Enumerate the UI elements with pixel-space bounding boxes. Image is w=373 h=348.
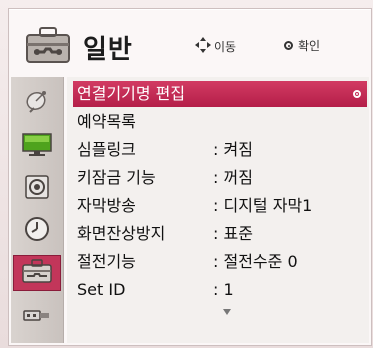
sidebar-item-channel[interactable] xyxy=(17,85,57,121)
ok-button-icon xyxy=(353,90,361,98)
scroll-down-icon[interactable] xyxy=(223,309,231,315)
menu-item-label: 키잠금 기능 xyxy=(77,168,156,187)
menu-item-value: : 절전수준 0 xyxy=(213,252,298,271)
menu-item-value: : 꺼짐 xyxy=(213,168,253,187)
menu-item-simplink[interactable]: 심플링크 : 켜짐 xyxy=(73,137,367,163)
screen-frame: 일반 이동 확인 연결기기명 편집 예약목록 심플링크: 켜짐 키잠금 기능 … xyxy=(0,0,373,348)
menu-item-value: : 켜짐 xyxy=(213,140,253,159)
menu-item-label: 자막방송 xyxy=(77,196,136,215)
menu-item-power-saving[interactable]: 절전기능 : 절전수준 0 xyxy=(73,249,367,275)
sidebar-item-picture[interactable] xyxy=(17,129,57,165)
menu-item-label: 예약목록 xyxy=(77,112,136,131)
menu-item-label: 심플링크 xyxy=(77,140,136,159)
menu-item-reservation-list[interactable]: 예약목록 xyxy=(73,109,367,135)
menu-item-caption[interactable]: 자막방송 : 디지털 자막1 xyxy=(73,193,367,219)
menu-item-value: : 표준 xyxy=(213,224,253,243)
menu-item-label: 연결기기명 편집 xyxy=(77,84,186,103)
arrow-keys-icon xyxy=(195,37,211,56)
panel-header: 일반 이동 확인 xyxy=(9,9,371,75)
menu-list: 연결기기명 편집 예약목록 심플링크 : 켜짐 키잠금 기능 : 꺼짐 자막방송… xyxy=(67,77,369,343)
menu-item-device-name-edit[interactable]: 연결기기명 편집 xyxy=(73,81,367,107)
menu-item-label: 절전기능 xyxy=(77,252,136,271)
menu-item-set-id[interactable]: Set ID : 1 xyxy=(73,277,367,303)
menu-item-image-retention[interactable]: 화면잔상방지 : 표준 xyxy=(73,221,367,247)
menu-item-key-lock[interactable]: 키잠금 기능 : 꺼짐 xyxy=(73,165,367,191)
monitor-icon xyxy=(22,133,52,161)
page-title: 일반 xyxy=(83,35,133,65)
menu-item-value: : 디지털 자막1 xyxy=(213,196,313,215)
satellite-dish-icon xyxy=(24,89,50,117)
sidebar-item-usb[interactable] xyxy=(17,299,57,335)
move-hint: 이동 xyxy=(195,37,236,56)
settings-panel: 일반 이동 확인 연결기기명 편집 예약목록 심플링크: 켜짐 키잠금 기능 … xyxy=(8,8,372,346)
category-sidebar xyxy=(11,77,64,343)
sidebar-item-time[interactable] xyxy=(17,213,57,249)
sidebar-item-audio[interactable] xyxy=(17,171,57,207)
toolbox-icon xyxy=(21,258,53,288)
ok-hint: 확인 xyxy=(284,37,320,54)
toolbox-icon xyxy=(25,25,71,65)
clock-icon xyxy=(24,216,50,246)
sidebar-item-general[interactable] xyxy=(13,255,61,291)
menu-item-label: 화면잔상방지 xyxy=(77,224,166,243)
move-hint-label: 이동 xyxy=(214,40,237,54)
ok-button-icon xyxy=(284,41,293,50)
usb-icon xyxy=(22,305,52,329)
speaker-icon xyxy=(24,174,50,204)
menu-item-label: Set ID xyxy=(77,280,126,299)
menu-item-value: : 1 xyxy=(213,280,234,299)
ok-hint-label: 확인 xyxy=(298,39,321,53)
